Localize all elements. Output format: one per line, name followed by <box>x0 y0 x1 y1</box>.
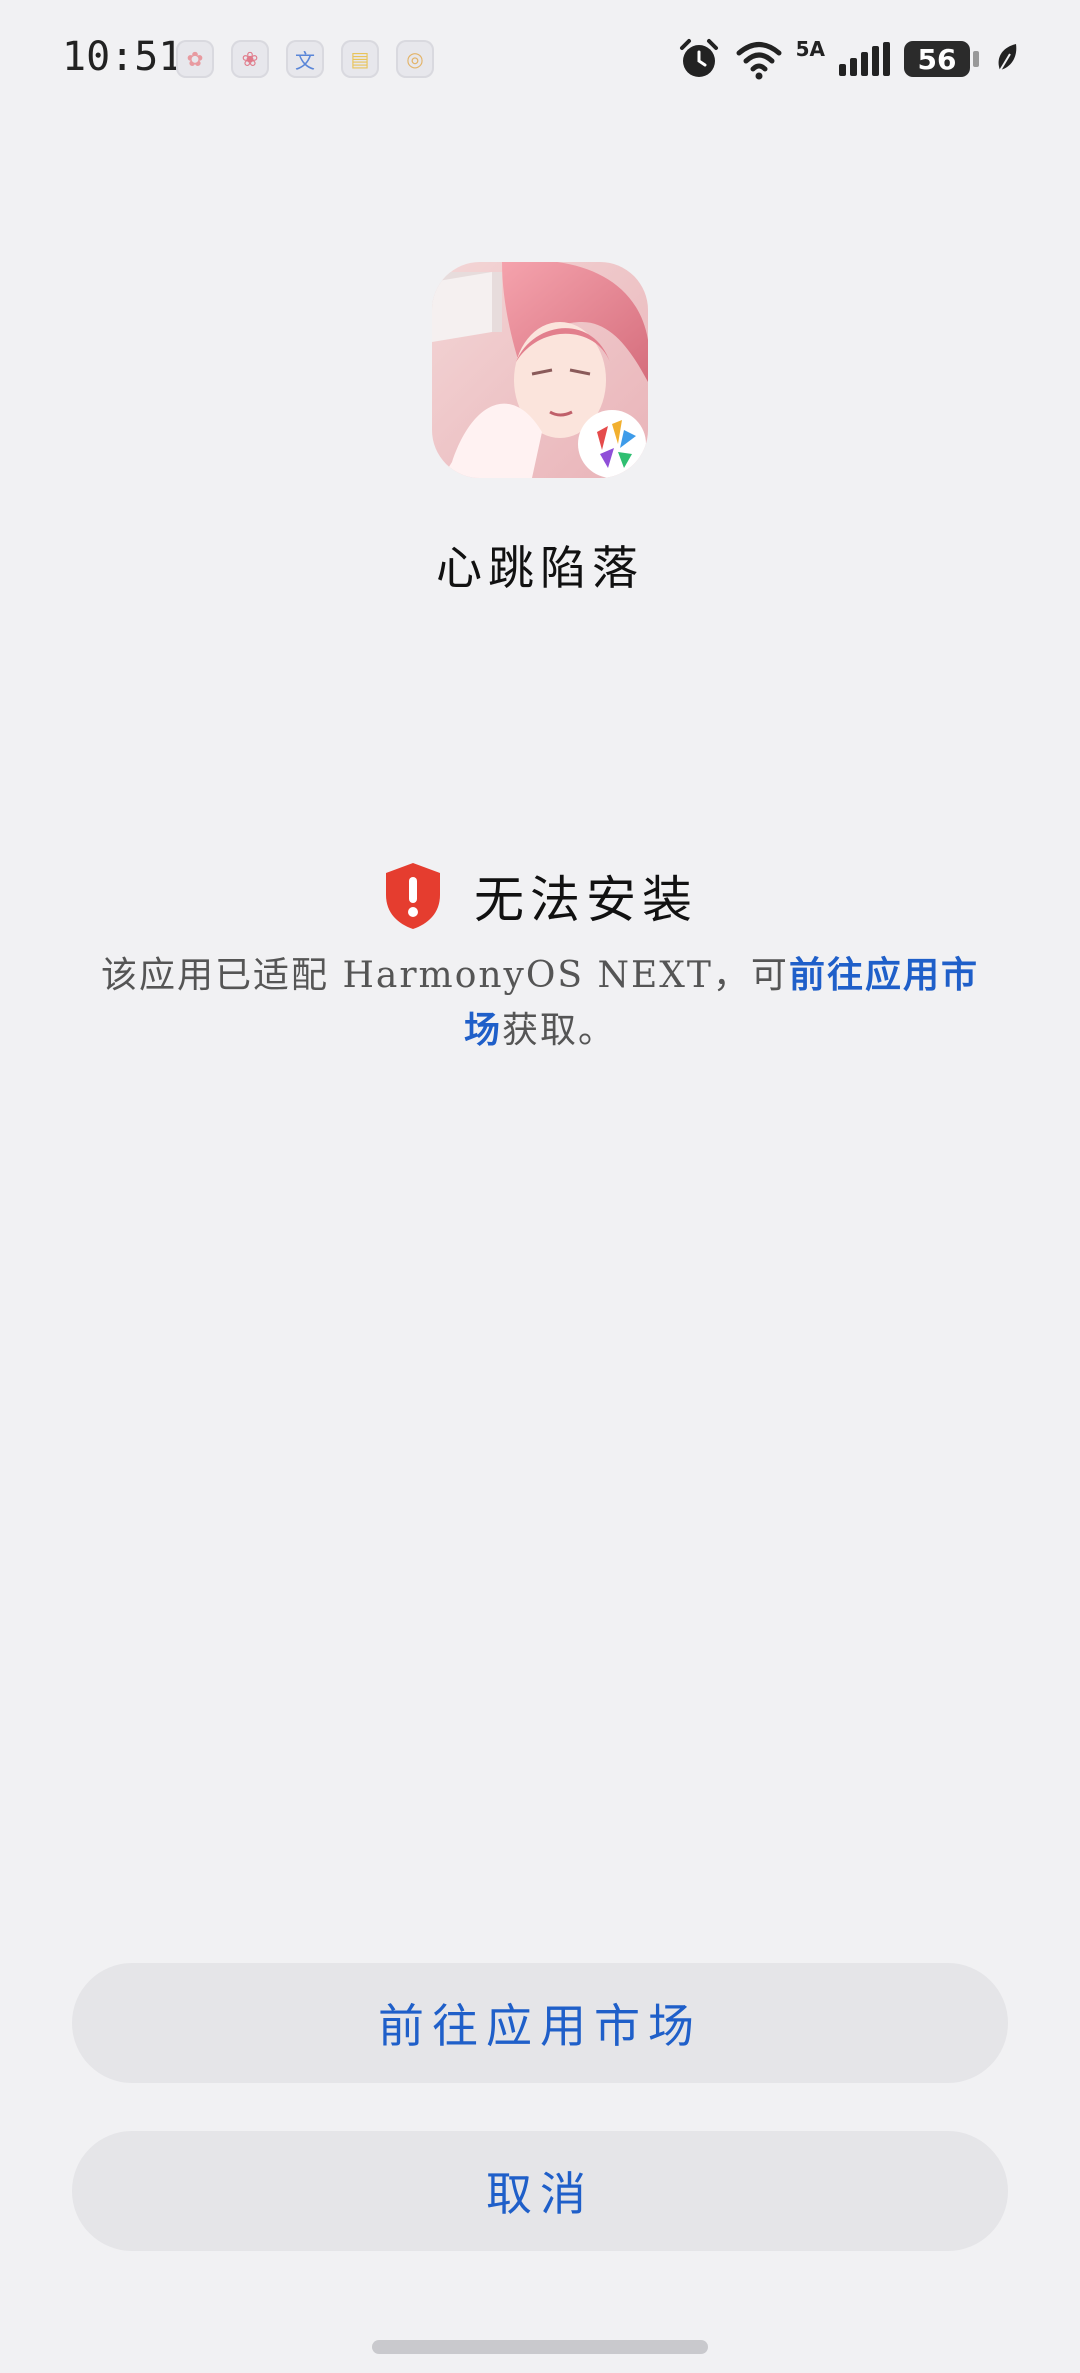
warning-title: 无法安装 <box>474 871 698 929</box>
go-to-app-market-button[interactable]: 前往应用市场 <box>72 1963 1008 2083</box>
warning-description-prefix: 该应用已适配 HarmonyOS NEXT，可 <box>101 955 789 996</box>
battery-cap <box>973 51 979 67</box>
warning-description-suffix: 获取。 <box>502 1010 617 1051</box>
shield-exclamation-icon <box>386 863 440 929</box>
app-name: 心跳陷落 <box>436 541 644 595</box>
network-type-label: 5A <box>795 37 825 61</box>
app-icon-artwork <box>432 262 648 478</box>
app-notification-icon-5: ◎ <box>396 40 434 78</box>
signal-icon <box>839 42 890 76</box>
app-notification-icon-1: ✿ <box>176 40 214 78</box>
battery-icon: 56 <box>904 41 979 77</box>
eco-leaf-icon <box>997 44 1017 75</box>
install-warning-header: 无法安装 <box>0 860 1080 932</box>
status-time: 10:51 <box>62 34 183 80</box>
status-right-icons: 5A 56 <box>676 36 1020 82</box>
translate-notification-icon: 文 <box>286 40 324 78</box>
warning-description: 该应用已适配 HarmonyOS NEXT，可前往应用市场获取。 <box>90 948 990 1058</box>
app-icon <box>432 262 648 478</box>
cancel-button[interactable]: 取消 <box>72 2131 1008 2251</box>
wifi-icon <box>736 42 782 80</box>
status-bar: 10:51 ✿ ❀ 文 ▤ ◎ 5A 56 <box>0 0 1080 120</box>
home-indicator[interactable] <box>372 2340 708 2354</box>
app-notification-icon-2: ❀ <box>231 40 269 78</box>
notes-notification-icon: ▤ <box>341 40 379 78</box>
notification-icons: ✿ ❀ 文 ▤ ◎ <box>176 40 434 78</box>
alarm-icon <box>679 39 718 77</box>
battery-level: 56 <box>917 42 957 76</box>
